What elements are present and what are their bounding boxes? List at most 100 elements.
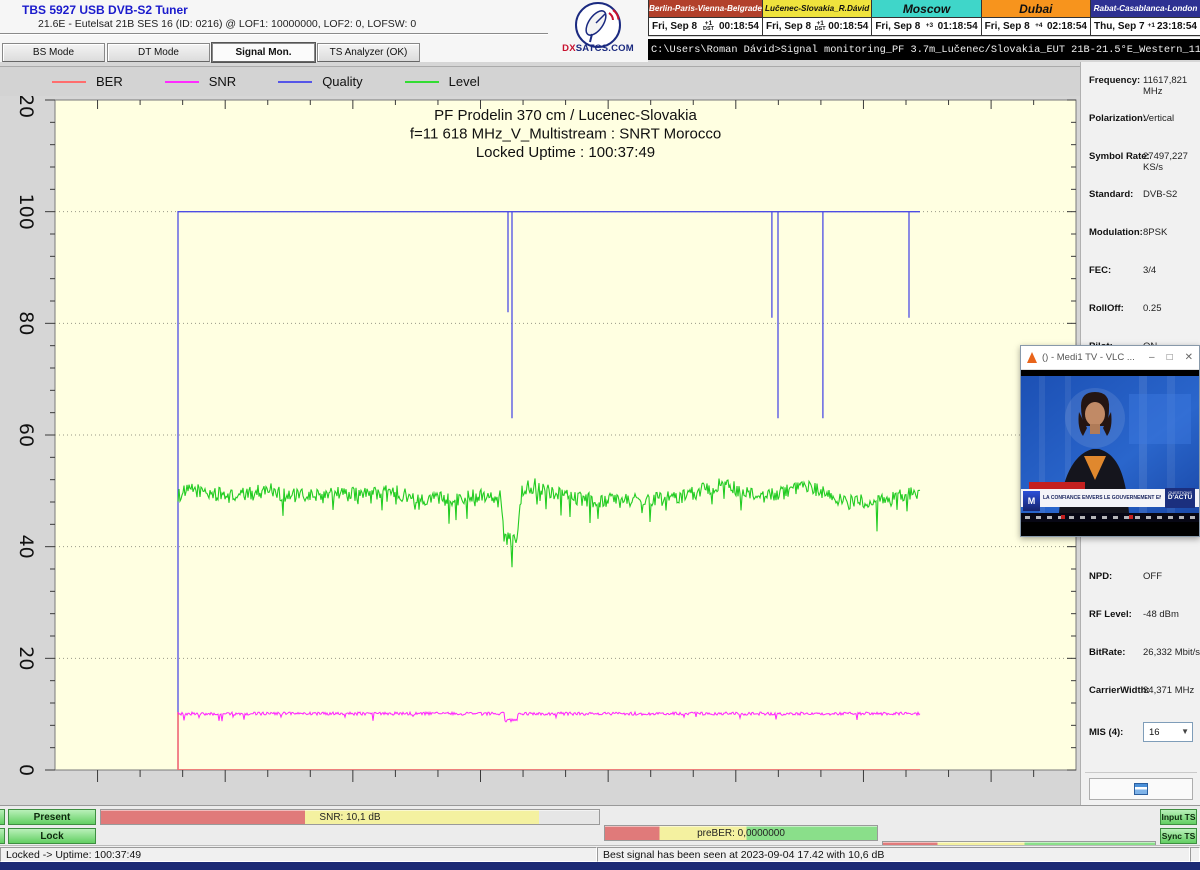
clock-time-row: Fri, Sep 8+301:18:54 <box>872 18 980 35</box>
param-value: 34,371 MHz <box>1143 685 1194 696</box>
tab-bs-mode[interactable]: BS Mode <box>2 43 105 62</box>
legend-line-snr <box>165 81 199 83</box>
y-tick-label: 0 <box>15 764 37 776</box>
edge-indicator <box>0 809 5 825</box>
legend-item-ber: BER <box>52 74 123 89</box>
ticker-dot <box>1129 515 1133 519</box>
close-icon[interactable]: ✕ <box>1185 353 1193 363</box>
status-badge-sync-ts: Sync TS <box>1160 828 1197 844</box>
chart-title-line: PF Prodelin 370 cm / Lucenec-Slovakia <box>434 107 697 124</box>
vlc-window: () - Medi1 TV - VLC ... – □ ✕ <box>1020 345 1200 537</box>
status-badge-lock: Lock <box>8 828 96 844</box>
mis-select[interactable]: 16 ▼ <box>1143 722 1193 742</box>
channel-logo: M <box>1023 491 1040 511</box>
vlc-window-controls: – □ ✕ <box>1137 353 1193 363</box>
param-label: BitRate: <box>1089 647 1125 658</box>
clock-offset-value: +3 <box>926 23 933 30</box>
legend-label-level: Level <box>449 74 480 89</box>
param-row-rf-level: RF Level: -48 dBm <box>1081 609 1200 625</box>
clock-utc-offset: +4 <box>1033 23 1045 30</box>
sidebar-separator <box>1085 772 1197 773</box>
clock-lu-enec-slovakia-r-d-vid: Lučenec-Slovakia_R.DávidFri, Sep 8+1DST0… <box>762 0 871 35</box>
clock-offset-value: +4 <box>1035 23 1042 30</box>
clock-time-row: Fri, Sep 8+1DST00:18:54 <box>649 18 762 35</box>
y-axis-labels: 020406080100120 <box>15 82 37 776</box>
clock-dubai: DubaiFri, Sep 8+402:18:54 <box>981 0 1090 35</box>
tab-ts-analyzer-ok[interactable]: TS Analyzer (OK) <box>317 43 420 62</box>
edge-indicator <box>0 828 5 844</box>
param-value: 11617,821 MHz <box>1143 75 1200 97</box>
clock-city-label: Rabat-Casablanca-London <box>1091 0 1200 18</box>
vlc-video-area[interactable]: LA CONFIANCE ENVERS LE GOUVERNEMENT EN B… <box>1021 370 1199 536</box>
chart-title-line: Locked Uptime : 100:37:49 <box>476 144 655 161</box>
ticker-dot <box>1061 515 1065 519</box>
clock-time-row: Fri, Sep 8+402:18:54 <box>982 18 1090 35</box>
tab-dt-mode[interactable]: DT Mode <box>107 43 210 62</box>
legend-item-quality: Quality <box>278 74 362 89</box>
clock-rabat-casablanca-london: Rabat-Casablanca-LondonThu, Sep 7+123:18… <box>1090 0 1200 35</box>
status-indicator-rows: PresentSNR: 10,1 dBpreBER: 0,0000000BER:… <box>0 805 1200 845</box>
chart-legend: BER SNR Quality Level <box>0 66 1080 96</box>
param-label: RF Level: <box>1089 609 1132 620</box>
mis-label: MIS (4): <box>1089 727 1123 738</box>
program-logo-bottom: D'ACTU <box>1165 495 1195 502</box>
param-row-frequency: Frequency:11617,821 MHz <box>1081 75 1200 91</box>
maximize-icon[interactable]: □ <box>1167 353 1173 363</box>
param-value: 27497,227 KS/s <box>1143 151 1200 173</box>
param-value: OFF <box>1143 571 1162 582</box>
app-window: TBS 5927 USB DVB-S2 Tuner 21.6E - Eutels… <box>0 0 1200 870</box>
legend-line-level <box>405 81 439 83</box>
vlc-window-title: () - Medi1 TV - VLC ... <box>1042 352 1137 363</box>
clock-city-label: Lučenec-Slovakia_R.Dávid <box>763 0 871 18</box>
mis-value: 16 <box>1149 727 1160 738</box>
window-subtitle: 21.6E - Eutelsat 21B SES 16 (ID: 0216) @… <box>38 18 416 30</box>
param-row-standard: Standard:DVB-S2 <box>1081 189 1200 205</box>
y-tick-label: 20 <box>15 646 37 670</box>
news-topic-tag <box>1029 482 1085 489</box>
sidebar-bottom-button[interactable] <box>1089 778 1193 800</box>
clock-utc-offset: +3 <box>923 23 935 30</box>
dropdown-chevron-icon: ▼ <box>1181 727 1189 736</box>
clock-date: Fri, Sep 8 <box>875 21 920 32</box>
statusbar-best-signal-segment: Best signal has been seen at 2023-09-04 … <box>597 847 1190 862</box>
param-row-rolloff: RollOff:0.25 <box>1081 303 1200 319</box>
mis-row: MIS (4): 16 ▼ <box>1081 727 1200 743</box>
status-bar: Locked -> Uptime: 100:37:49 Best signal … <box>0 845 1200 862</box>
param-row-npd: NPD:OFF <box>1081 571 1200 587</box>
vlc-cone-icon <box>1027 352 1037 363</box>
clock-dst-flag: DST <box>815 27 826 33</box>
tab-signal-mon[interactable]: Signal Mon. <box>212 43 315 62</box>
param-row-symbol-rate: Symbol Rate:27497,227 KS/s <box>1081 151 1200 167</box>
param-value: 3/4 <box>1143 265 1156 276</box>
clock-utc-offset: +1 <box>1148 23 1155 30</box>
ts-rate-icon <box>1134 783 1148 795</box>
param-row-polarization: Polarization:Vertical <box>1081 113 1200 129</box>
clock-date: Fri, Sep 8 <box>985 21 1030 32</box>
ticker-text-placeholder <box>1025 516 1195 519</box>
param-label: FEC: <box>1089 265 1111 276</box>
clock-time-row: Thu, Sep 7+123:18:54 <box>1091 18 1200 35</box>
param-label: Modulation: <box>1089 227 1143 238</box>
param-label: Frequency: <box>1089 75 1140 86</box>
status-gauge-label: SNR: 10,1 dB <box>101 810 599 824</box>
clock-date: Fri, Sep 8 <box>652 21 697 32</box>
param-value: DVB-S2 <box>1143 189 1177 200</box>
logo-text: DXSATCS.COM <box>548 43 648 54</box>
y-tick-label: 100 <box>15 194 37 230</box>
legend-label-snr: SNR <box>209 74 236 89</box>
minimize-icon[interactable]: – <box>1149 353 1155 363</box>
legend-line-ber <box>52 81 86 83</box>
param-value: Vertical <box>1143 113 1174 124</box>
clock-time-value: 23:18:54 <box>1157 21 1197 32</box>
dxsatcs-logo: DXSATCS.COM <box>548 0 648 62</box>
clock-city-label: Moscow <box>872 0 980 18</box>
clock-city-label: Berlin-Paris-Vienna-Belgrade <box>649 0 762 18</box>
clock-time-value: 00:18:54 <box>719 21 759 32</box>
legend-item-snr: SNR <box>165 74 236 89</box>
clock-utc-offset: +1DST <box>814 21 826 33</box>
y-tick-label: 40 <box>15 535 37 559</box>
tab-bar: BS ModeDT ModeSignal Mon.TS Analyzer (OK… <box>2 43 422 62</box>
clock-time-row: Fri, Sep 8+1DST00:18:54 <box>763 18 871 35</box>
vlc-titlebar[interactable]: () - Medi1 TV - VLC ... – □ ✕ <box>1021 346 1199 370</box>
param-value: -48 dBm <box>1143 609 1179 620</box>
